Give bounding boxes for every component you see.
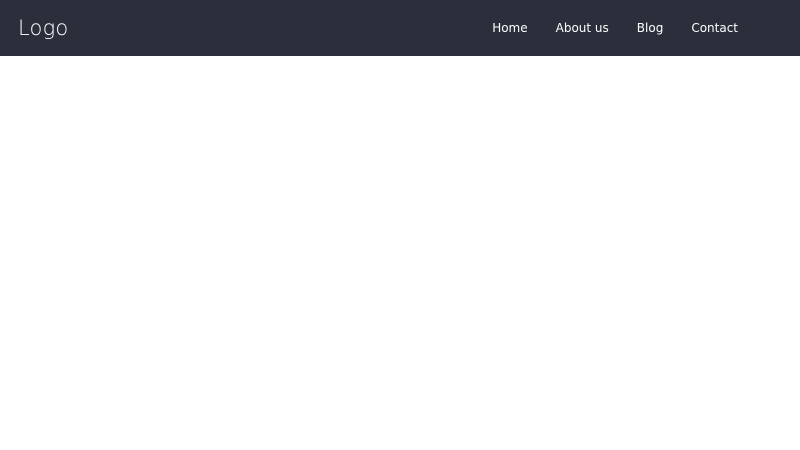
nav-item-contact[interactable]: Contact	[691, 20, 738, 36]
nav-item-home[interactable]: Home	[492, 20, 527, 36]
main-content	[0, 56, 800, 450]
main-nav: Home About us Blog Contact	[492, 0, 738, 56]
nav-item-about-us[interactable]: About us	[556, 20, 609, 36]
logo[interactable]: Logo	[18, 12, 68, 44]
nav-item-blog[interactable]: Blog	[637, 20, 664, 36]
site-header: Logo Home About us Blog Contact	[0, 0, 800, 56]
